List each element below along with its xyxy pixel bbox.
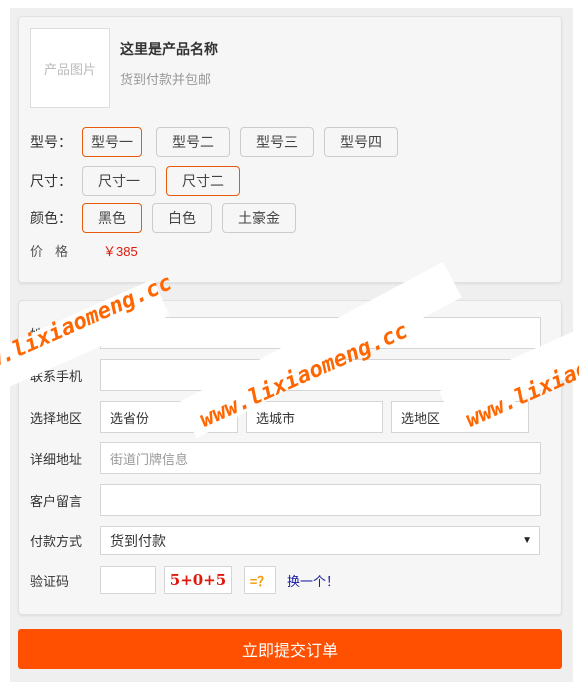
captcha-equals: =？ — [244, 566, 276, 594]
product-card: 产品图片 这里是产品名称 货到付款并包邮 型号： 型号一 型号二 型号三 型号四… — [18, 16, 562, 283]
chevron-down-icon: ▼ — [522, 535, 532, 546]
price-label: 价格 — [30, 244, 81, 259]
captcha-label: 验证码 — [30, 573, 70, 589]
size-option-1[interactable]: 尺寸一 — [82, 166, 156, 196]
size-row: 尺寸： 尺寸一 尺寸二 — [30, 166, 250, 196]
captcha-input[interactable] — [100, 566, 156, 594]
shipping-note: 货到付款并包邮 — [120, 72, 212, 87]
model-option-2[interactable]: 型号二 — [156, 127, 230, 157]
model-option-1[interactable]: 型号一 — [82, 127, 142, 157]
color-label: 颜色： — [30, 210, 72, 226]
submit-order-button[interactable]: 立即提交订单 — [18, 629, 562, 669]
address-row: 详细地址 街道门牌信息 — [30, 442, 541, 474]
note-row: 客户留言 — [30, 484, 541, 516]
payment-row: 付款方式 货到付款 ▼ — [30, 526, 540, 555]
color-option-3[interactable]: 土豪金 — [222, 203, 296, 233]
model-option-4[interactable]: 型号四 — [324, 127, 398, 157]
payment-label: 付款方式 — [30, 534, 83, 549]
address-input[interactable]: 街道门牌信息 — [100, 442, 541, 474]
color-row: 颜色： 黑色 白色 土豪金 — [30, 203, 306, 233]
payment-select[interactable]: 货到付款 ▼ — [100, 526, 540, 555]
size-option-2[interactable]: 尺寸二 — [166, 166, 240, 196]
product-image: 产品图片 — [30, 28, 110, 108]
address-label: 详细地址 — [30, 451, 83, 467]
color-option-2[interactable]: 白色 — [152, 203, 212, 233]
price-value: ￥385 — [103, 244, 138, 259]
captcha-image[interactable]: 5+0+5 — [164, 566, 232, 594]
model-label: 型号： — [30, 134, 72, 150]
captcha-refresh-link[interactable]: 换一个！ — [287, 571, 339, 590]
model-row: 型号： 型号一 型号二 型号三 型号四 — [30, 127, 408, 157]
price-row: 价格 ￥385 — [30, 241, 138, 260]
note-input[interactable] — [100, 484, 541, 516]
note-label: 客户留言 — [30, 493, 83, 509]
model-option-3[interactable]: 型号三 — [240, 127, 314, 157]
payment-value: 货到付款 — [110, 532, 166, 549]
region-label: 选择地区 — [30, 410, 83, 426]
product-name: 这里是产品名称 — [120, 41, 218, 57]
size-label: 尺寸： — [30, 173, 72, 189]
color-option-1[interactable]: 黑色 — [82, 203, 142, 233]
captcha-row: 验证码 5+0+5 =？ 换一个！ — [30, 566, 339, 594]
